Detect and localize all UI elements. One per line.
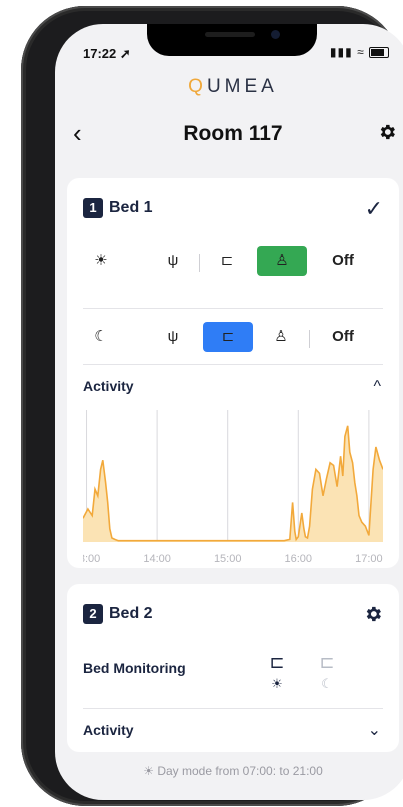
- moon-icon: ☾: [321, 676, 333, 691]
- battery-icon: [369, 47, 389, 59]
- sun-icon: ☀: [271, 676, 283, 691]
- gear-icon: [380, 124, 395, 140]
- page-title: Room 117: [183, 122, 283, 145]
- bed-lying-icon-inactive[interactable]: ⊏: [313, 652, 341, 673]
- bed-settings-button[interactable]: [363, 604, 383, 630]
- bed-lying-option[interactable]: ⊏: [207, 246, 247, 276]
- speaker: [205, 32, 255, 37]
- app-screen: 17:22 ➚ ▮▮▮ ≈ QUMEA ‹ Room 117 1 Bed 1 ✓ …: [55, 24, 403, 800]
- day-mode-footer: ☀ Day mode from 07:00: to 21:00: [143, 764, 323, 778]
- x-tick-label: 16:00: [285, 553, 313, 565]
- logo-letter-q: Q: [188, 76, 207, 97]
- divider: [309, 330, 310, 348]
- front-camera: [271, 30, 280, 39]
- chevron-down-icon[interactable]: ⌄: [368, 720, 381, 740]
- status-time: 17:22 ➚: [83, 46, 131, 61]
- activity-label: Activity: [83, 722, 134, 738]
- bed-1-title: 1 Bed 1: [83, 198, 153, 218]
- divider: [199, 254, 200, 272]
- bed-name: Bed 1: [109, 199, 153, 217]
- night-mode-row: ☾ ψ ⊏ ♙ Off: [83, 322, 383, 356]
- room-settings-button[interactable]: [377, 122, 397, 148]
- sun-icon: ☀: [94, 252, 108, 269]
- bed-exit-alert-option[interactable]: ψ: [153, 322, 193, 352]
- bed-card-1: 1 Bed 1 ✓ ☀ ψ ⊏ ♙ Off ☾ ψ ⊏ ♙ Off Activi…: [67, 178, 399, 568]
- bed-exit-alert-option[interactable]: ψ: [153, 246, 193, 276]
- app-logo: QUMEA: [55, 76, 403, 98]
- day-mode-row: ☀ ψ ⊏ ♙ Off: [83, 246, 383, 280]
- bed-number-badge: 1: [83, 198, 103, 218]
- x-tick-label: 17:00: [355, 553, 383, 565]
- logo-rest: UMEA: [206, 76, 278, 97]
- bed-sitting-option[interactable]: ♙: [261, 322, 301, 352]
- x-tick-label: 13:00: [83, 553, 100, 565]
- divider: [83, 308, 383, 309]
- bed-lying-option-selected[interactable]: ⊏: [203, 322, 253, 352]
- activity-chart: 13:00 14:00 15:00 16:00 17:00: [83, 410, 383, 565]
- divider: [83, 708, 383, 709]
- bed-name: Bed 2: [109, 605, 153, 623]
- bed-lying-icon[interactable]: ⊏: [263, 652, 291, 673]
- bed-card-2: 2 Bed 2 Bed Monitoring ⊏ ☀ ⊏ ☾ Activity ⌄: [67, 584, 399, 752]
- gear-icon: [366, 606, 381, 622]
- bed-sitting-option-selected[interactable]: ♙: [257, 246, 307, 276]
- activity-label: Activity: [83, 378, 134, 394]
- x-tick-label: 14:00: [143, 553, 171, 565]
- night-off-option[interactable]: Off: [323, 322, 363, 352]
- notch: [147, 24, 317, 56]
- status-indicators: ▮▮▮ ≈: [330, 45, 389, 59]
- x-tick-label: 15:00: [214, 553, 242, 565]
- signal-wifi-icon: ▮▮▮ ≈: [329, 45, 365, 59]
- chevron-up-icon[interactable]: ^: [373, 378, 381, 396]
- bed-number-badge: 2: [83, 604, 103, 624]
- bed-2-title: 2 Bed 2: [83, 604, 153, 624]
- divider: [83, 364, 383, 365]
- bed-monitoring-label: Bed Monitoring: [83, 660, 186, 676]
- moon-icon: ☾: [94, 328, 108, 345]
- check-icon[interactable]: ✓: [365, 196, 383, 222]
- phone-frame: 17:22 ➚ ▮▮▮ ≈ QUMEA ‹ Room 117 1 Bed 1 ✓ …: [21, 6, 403, 806]
- day-off-option[interactable]: Off: [323, 246, 363, 276]
